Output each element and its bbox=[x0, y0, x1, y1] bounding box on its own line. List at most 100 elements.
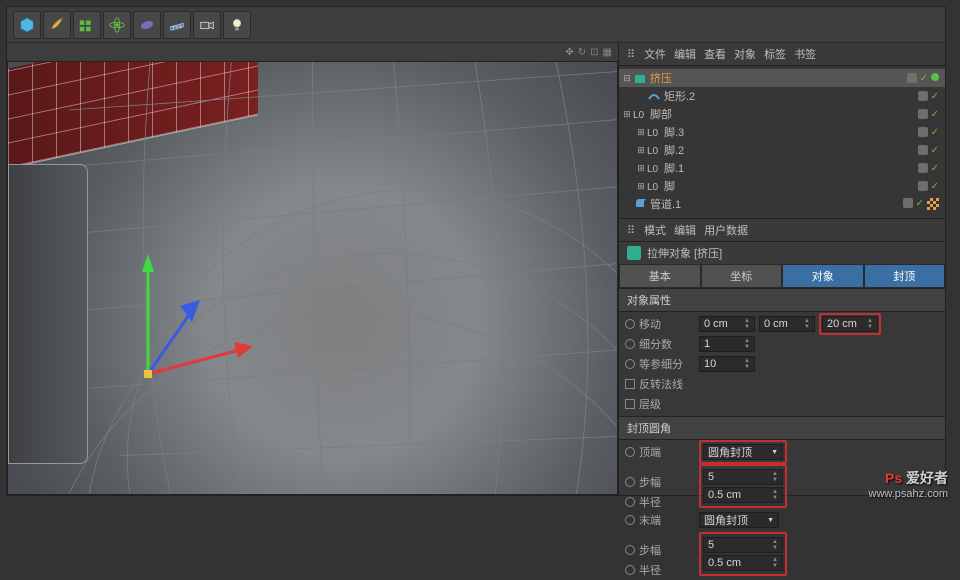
attribute-title: 拉伸对象 [挤压] bbox=[619, 242, 945, 264]
enable-tag-icon[interactable]: ✓ bbox=[931, 181, 939, 192]
visibility-tag-icon[interactable] bbox=[918, 127, 928, 137]
svg-text:L0: L0 bbox=[647, 146, 659, 157]
null-icon: L0 bbox=[633, 107, 647, 121]
hierarchy-row[interactable]: ⊞L0 脚.2 ✓ bbox=[619, 141, 945, 159]
extrude-object-icon bbox=[627, 246, 641, 260]
hierarchy-label[interactable]: 挤压 bbox=[650, 70, 907, 86]
hierarchy-row[interactable]: 管道.1 ✓ bbox=[619, 195, 945, 213]
viewport-frame-icon[interactable]: ▦ bbox=[603, 47, 612, 58]
prop-flip-label: 反转法线 bbox=[625, 376, 695, 392]
hierarchy-row[interactable]: ⊞L0 脚部 ✓ bbox=[619, 105, 945, 123]
prop-step2-label: 步幅 bbox=[625, 542, 695, 558]
visibility-tag-icon[interactable] bbox=[907, 73, 917, 83]
enable-tag-icon[interactable]: ✓ bbox=[931, 127, 939, 138]
hierarchy-label[interactable]: 脚.2 bbox=[664, 142, 918, 158]
tree-toggle-icon[interactable]: ⊞ bbox=[635, 181, 647, 192]
sphere-wireframe bbox=[8, 62, 617, 494]
extrude-icon bbox=[633, 71, 647, 85]
hierarchy-label[interactable]: 脚 bbox=[664, 178, 918, 194]
tree-toggle-icon[interactable]: ⊞ bbox=[621, 109, 633, 120]
section-object-props: 对象属性 bbox=[619, 288, 945, 312]
prop-end-label: 末端 bbox=[625, 512, 695, 528]
null-icon: L0 bbox=[647, 125, 661, 139]
visibility-tag-icon[interactable] bbox=[918, 163, 928, 173]
move-x-input[interactable]: 0 cm bbox=[699, 316, 755, 332]
render-tag-icon[interactable] bbox=[931, 73, 939, 81]
enable-tag-icon[interactable]: ✓ bbox=[931, 109, 939, 120]
menu-mode[interactable]: 模式 bbox=[644, 222, 666, 238]
hierarchy-label[interactable]: 矩形.2 bbox=[664, 88, 918, 104]
visibility-tag-icon[interactable] bbox=[918, 181, 928, 191]
plane-icon[interactable] bbox=[163, 11, 191, 39]
tab-basic[interactable]: 基本 bbox=[619, 264, 701, 288]
tree-toggle-icon[interactable]: ⊞ bbox=[635, 145, 647, 156]
menu-grip-icon[interactable]: ⠿ bbox=[627, 48, 636, 61]
prop-iso-label: 等参细分 bbox=[625, 356, 695, 372]
subdiv-input[interactable]: 1 bbox=[699, 336, 755, 352]
move-z-input[interactable]: 20 cm bbox=[822, 316, 878, 332]
hierarchy-label[interactable]: 脚.1 bbox=[664, 160, 918, 176]
viewport-zoom-icon[interactable]: ⊡ bbox=[590, 47, 598, 58]
enable-tag-icon[interactable]: ✓ bbox=[916, 198, 924, 210]
hierarchy-row[interactable]: ⊞L0脚.1✓ bbox=[619, 159, 945, 177]
camera-icon[interactable] bbox=[193, 11, 221, 39]
hierarchy-label[interactable]: 脚.3 bbox=[664, 124, 918, 140]
viewport-rotate-icon[interactable]: ↻ bbox=[578, 47, 586, 58]
viewport-3d[interactable] bbox=[7, 61, 618, 495]
tree-toggle-icon[interactable]: ⊟ bbox=[621, 73, 633, 84]
prop-step1-label: 步幅 bbox=[625, 474, 695, 490]
cube-icon[interactable] bbox=[13, 11, 41, 39]
hierarchy-label[interactable]: 脚部 bbox=[650, 106, 918, 122]
hierarchy-row[interactable]: 矩形.2 ✓ bbox=[619, 87, 945, 105]
brush-icon[interactable] bbox=[43, 11, 71, 39]
bean-icon[interactable] bbox=[133, 11, 161, 39]
main-toolbar bbox=[7, 7, 945, 43]
null-icon: L0 bbox=[647, 143, 661, 157]
start-cap-dropdown[interactable]: 圆角封顶▼ bbox=[703, 444, 783, 460]
tab-coord[interactable]: 坐标 bbox=[701, 264, 783, 288]
visibility-tag-icon[interactable] bbox=[918, 145, 928, 155]
enable-tag-icon[interactable]: ✓ bbox=[931, 163, 939, 174]
enable-tag-icon[interactable]: ✓ bbox=[920, 73, 928, 84]
gizmo-axis[interactable] bbox=[118, 244, 258, 404]
tab-cap[interactable]: 封顶 bbox=[864, 264, 946, 288]
menu-view[interactable]: 查看 bbox=[704, 46, 726, 62]
visibility-tag-icon[interactable] bbox=[903, 198, 913, 208]
menu-bookmarks[interactable]: 书签 bbox=[794, 46, 816, 62]
object-hierarchy[interactable]: ⊟挤压✓矩形.2✓⊞L0脚部✓⊞L0脚.3✓⊞L0脚.2✓⊞L0脚.1✓⊞L0脚… bbox=[619, 66, 945, 216]
end-cap-dropdown[interactable]: 圆角封顶▼ bbox=[699, 512, 779, 528]
array-icon[interactable] bbox=[73, 11, 101, 39]
tab-object[interactable]: 对象 bbox=[782, 264, 864, 288]
svg-text:L0: L0 bbox=[633, 110, 645, 121]
hierarchy-row[interactable]: ⊞L0脚.3 ✓ bbox=[619, 123, 945, 141]
tube-icon bbox=[633, 197, 647, 211]
move-y-input[interactable]: 0 cm bbox=[759, 316, 815, 332]
radius2-input[interactable]: 0.5 cm bbox=[703, 555, 783, 571]
visibility-tag-icon[interactable] bbox=[918, 109, 928, 119]
viewport-move-icon[interactable]: ✥ bbox=[565, 47, 573, 58]
radius1-input[interactable]: 0.5 cm bbox=[703, 487, 783, 503]
visibility-tag-icon[interactable] bbox=[918, 91, 928, 101]
iso-input[interactable]: 10 bbox=[699, 356, 755, 372]
menu-edit[interactable]: 编辑 bbox=[674, 46, 696, 62]
tree-toggle-icon[interactable]: ⊞ bbox=[635, 127, 647, 138]
atom-icon[interactable] bbox=[103, 11, 131, 39]
tree-toggle-icon[interactable]: ⊞ bbox=[635, 163, 647, 174]
hierarchy-row[interactable]: ⊟ 挤压 ✓ bbox=[619, 69, 945, 87]
hierarchy-label[interactable]: 管道.1 bbox=[650, 196, 903, 212]
menu-object[interactable]: 对象 bbox=[734, 46, 756, 62]
step2-input[interactable]: 5 bbox=[703, 537, 783, 553]
light-icon[interactable] bbox=[223, 11, 251, 39]
menu-file[interactable]: 文件 bbox=[644, 46, 666, 62]
prop-start-label: 顶端 bbox=[625, 444, 695, 460]
menu-grip-icon[interactable]: ⠿ bbox=[627, 224, 636, 237]
menu-userdata[interactable]: 用户数据 bbox=[704, 222, 748, 238]
menu-tags[interactable]: 标签 bbox=[764, 46, 786, 62]
hierarchy-row[interactable]: ⊞L0脚✓ bbox=[619, 177, 945, 195]
section-cap-props: 封顶圆角 bbox=[619, 416, 945, 440]
menu-edit2[interactable]: 编辑 bbox=[674, 222, 696, 238]
material-tag-icon[interactable] bbox=[927, 198, 939, 210]
enable-tag-icon[interactable]: ✓ bbox=[931, 145, 939, 156]
step1-input[interactable]: 5 bbox=[703, 469, 783, 485]
enable-tag-icon[interactable]: ✓ bbox=[931, 91, 939, 102]
